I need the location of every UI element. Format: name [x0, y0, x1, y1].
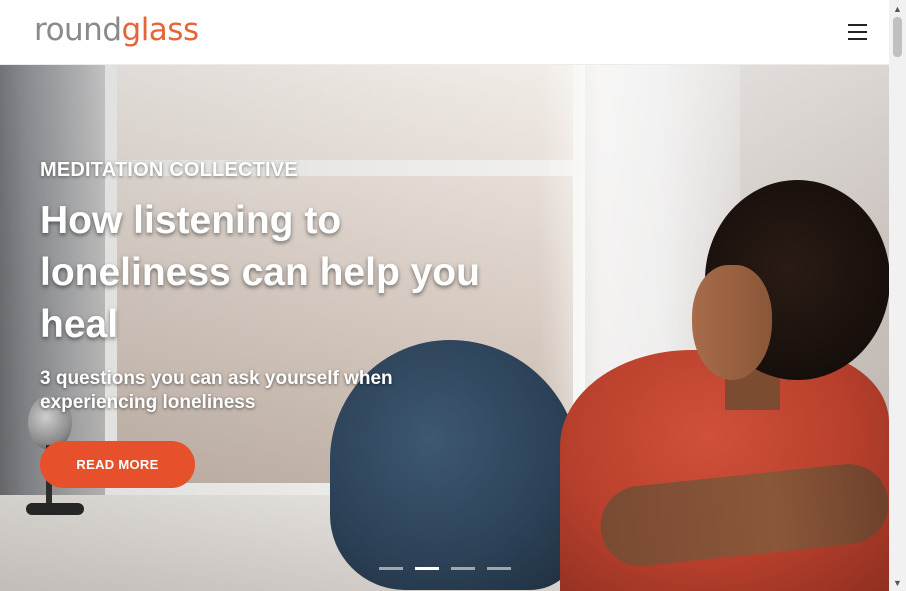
- scroll-down-arrow-icon[interactable]: ▼: [889, 574, 906, 591]
- hero-category[interactable]: MEDITATION COLLECTIVE: [40, 159, 298, 182]
- carousel-indicators: [379, 567, 519, 571]
- menu-line: [848, 24, 867, 26]
- logo-text-round: round: [34, 12, 122, 48]
- hero-subheadline: 3 questions you can ask yourself when ex…: [40, 368, 393, 413]
- roundglass-logo[interactable]: roundglass: [34, 10, 199, 50]
- scrollbar-thumb[interactable]: [893, 17, 902, 57]
- scroll-up-arrow-icon[interactable]: ▲: [889, 0, 906, 17]
- carousel-dot[interactable]: [379, 567, 403, 570]
- logo-text-glass: glass: [121, 12, 200, 48]
- read-more-button[interactable]: READ MORE: [40, 441, 195, 488]
- site-header: roundglass: [0, 0, 889, 65]
- hero-carousel: MEDITATION COLLECTIVE How listening to l…: [0, 65, 889, 591]
- carousel-dot[interactable]: [415, 567, 439, 570]
- menu-line: [848, 31, 867, 33]
- hamburger-menu-icon[interactable]: [846, 22, 870, 42]
- menu-line: [848, 38, 867, 40]
- page-scrollbar[interactable]: ▲ ▼: [889, 0, 906, 591]
- hero-headline[interactable]: How listening to loneliness can help you…: [40, 195, 540, 351]
- carousel-dot[interactable]: [487, 567, 511, 570]
- carousel-dot[interactable]: [451, 567, 475, 570]
